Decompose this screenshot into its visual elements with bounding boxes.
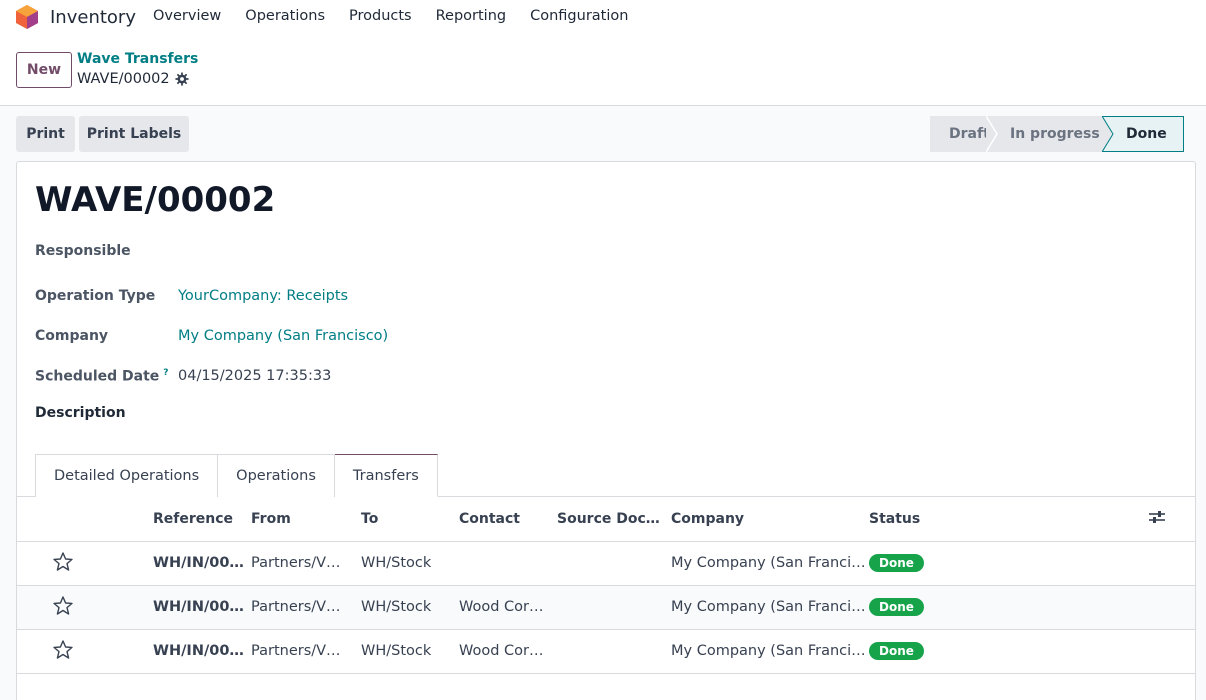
- operation-type-label: Operation Type: [35, 288, 156, 304]
- col-company[interactable]: Company: [671, 497, 869, 542]
- status-cell: Done: [869, 629, 1149, 674]
- star-icon[interactable]: [53, 639, 73, 659]
- row-end-cell: [1149, 541, 1195, 586]
- col-source-document[interactable]: Source Doc…: [557, 497, 671, 542]
- company-value[interactable]: My Company (San Francisco): [178, 328, 388, 344]
- responsible-label: Responsible: [35, 243, 131, 259]
- col-reference[interactable]: Reference: [153, 497, 251, 542]
- col-to[interactable]: To: [361, 497, 459, 542]
- reference-cell: WH/IN/00…: [153, 541, 251, 586]
- source-cell: [557, 541, 671, 586]
- inventory-app-icon[interactable]: [16, 5, 38, 29]
- row-end-cell: [1149, 585, 1195, 630]
- star-icon[interactable]: [53, 595, 73, 615]
- scheduled-date-label-wrap: Scheduled Date?: [35, 368, 169, 385]
- to-cell: WH/Stock: [361, 629, 459, 674]
- status-bar: Draft In progress Done: [930, 116, 1184, 152]
- favorite-cell: [17, 629, 153, 674]
- favorite-cell: [17, 541, 153, 586]
- tab-detailed-operations[interactable]: Detailed Operations: [35, 454, 219, 497]
- stage-divider: [1102, 116, 1114, 152]
- main-menu: Overview Operations Products Reporting C…: [153, 8, 652, 24]
- status-cell: Done: [869, 541, 1149, 586]
- control-panel: New Wave Transfers WAVE/00002: [0, 34, 1206, 106]
- col-contact[interactable]: Contact: [459, 497, 557, 542]
- company-cell: My Company (San Franci…: [671, 629, 869, 674]
- contact-cell: [459, 541, 557, 586]
- from-cell: Partners/V…: [251, 629, 361, 674]
- from-cell: Partners/V…: [251, 585, 361, 630]
- menu-reporting[interactable]: Reporting: [436, 8, 507, 24]
- table-row[interactable]: WH/IN/00… Partners/V… WH/Stock Wood Cor……: [17, 585, 1195, 630]
- description-label: Description: [35, 405, 126, 421]
- contact-cell: Wood Cor…: [459, 629, 557, 674]
- status-badge: Done: [869, 598, 924, 616]
- top-navbar: Inventory Overview Operations Products R…: [0, 0, 1206, 34]
- source-cell: [557, 629, 671, 674]
- operation-type-value[interactable]: YourCompany: Receipts: [178, 288, 348, 304]
- tab-operations[interactable]: Operations: [218, 454, 335, 497]
- breadcrumb-current: WAVE/00002: [77, 71, 189, 87]
- status-badge: Done: [869, 642, 924, 660]
- col-optional: [1149, 497, 1195, 542]
- source-cell: [557, 585, 671, 630]
- record-title: WAVE/00002: [35, 180, 276, 220]
- status-badge: Done: [869, 554, 924, 572]
- new-button[interactable]: New: [16, 52, 72, 88]
- transfers-table: Reference From To Contact Source Doc… Co…: [17, 497, 1195, 674]
- notebook-tabs: Detailed Operations Operations Transfers: [35, 454, 438, 497]
- star-icon[interactable]: [53, 551, 73, 571]
- table-header-row: Reference From To Contact Source Doc… Co…: [17, 497, 1195, 542]
- breadcrumb-current-label: WAVE/00002: [77, 71, 170, 87]
- company-cell: My Company (San Franci…: [671, 541, 869, 586]
- scheduled-date-label: Scheduled Date: [35, 368, 160, 385]
- col-favorite: [17, 497, 153, 542]
- table-row[interactable]: WH/IN/00… Partners/V… WH/Stock My Compan…: [17, 541, 1195, 586]
- reference-cell: WH/IN/00…: [153, 585, 251, 630]
- contact-cell: Wood Cor…: [459, 585, 557, 630]
- to-cell: WH/Stock: [361, 541, 459, 586]
- company-cell: My Company (San Franci…: [671, 585, 869, 630]
- reference-cell: WH/IN/00…: [153, 629, 251, 674]
- print-labels-button[interactable]: Print Labels: [79, 116, 189, 152]
- status-cell: Done: [869, 585, 1149, 630]
- column-settings-icon[interactable]: [1149, 510, 1165, 524]
- row-end-cell: [1149, 629, 1195, 674]
- company-label: Company: [35, 328, 109, 344]
- tab-transfers[interactable]: Transfers: [334, 454, 438, 497]
- breadcrumb-wave-transfers[interactable]: Wave Transfers: [77, 51, 198, 67]
- print-button[interactable]: Print: [16, 116, 75, 152]
- to-cell: WH/Stock: [361, 585, 459, 630]
- stage-done[interactable]: Done: [1114, 116, 1184, 152]
- col-status[interactable]: Status: [869, 497, 1149, 542]
- stage-in-progress[interactable]: In progress: [998, 116, 1102, 152]
- menu-overview[interactable]: Overview: [153, 8, 221, 24]
- menu-configuration[interactable]: Configuration: [530, 8, 628, 24]
- stage-divider: [986, 116, 998, 152]
- menu-products[interactable]: Products: [349, 8, 412, 24]
- from-cell: Partners/V…: [251, 541, 361, 586]
- menu-operations[interactable]: Operations: [245, 8, 325, 24]
- scheduled-date-value[interactable]: 04/15/2025 17:35:33: [178, 368, 331, 384]
- col-from[interactable]: From: [251, 497, 361, 542]
- favorite-cell: [17, 585, 153, 630]
- help-tooltip-icon[interactable]: ?: [163, 368, 168, 378]
- table-row[interactable]: WH/IN/00… Partners/V… WH/Stock Wood Cor……: [17, 629, 1195, 674]
- form-sheet: WAVE/00002 Responsible Operation Type Yo…: [16, 161, 1196, 700]
- gear-icon[interactable]: [175, 72, 189, 86]
- app-title[interactable]: Inventory: [50, 7, 136, 28]
